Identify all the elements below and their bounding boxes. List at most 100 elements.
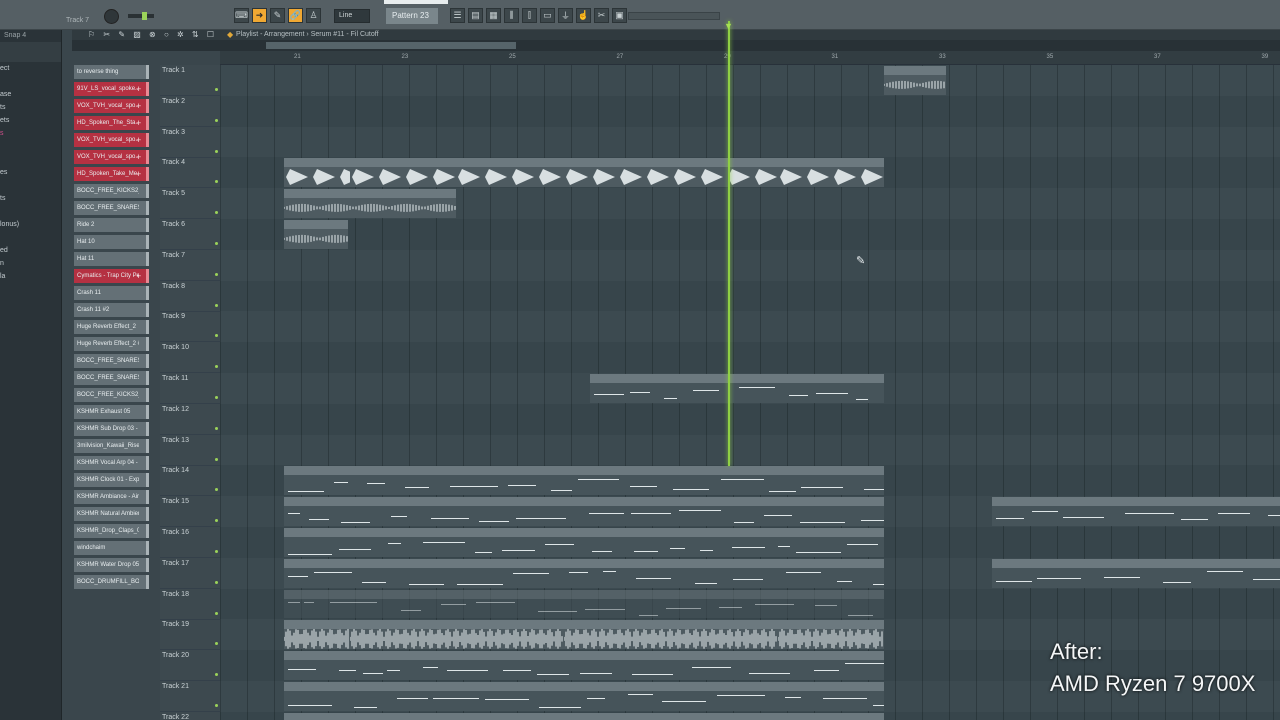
channel-button[interactable]: Hat 10 bbox=[74, 235, 149, 249]
browser-item[interactable]: n bbox=[0, 257, 61, 270]
channel-button[interactable]: KSHMR Water Drop 05 - [D] bbox=[74, 558, 149, 572]
channel-button[interactable]: KSHMR Clock 01 - Explora... bbox=[74, 473, 149, 487]
timeline-ruler[interactable]: 2123252729313335373941434547 bbox=[220, 51, 1280, 65]
audio-clip[interactable]: KSHMR_Drop_Claps_01 bbox=[350, 158, 456, 188]
browser-item[interactable] bbox=[0, 75, 61, 88]
channel-button[interactable]: BOCC_FREE_SNARES2_04 bbox=[74, 354, 149, 368]
browser-item[interactable]: ts bbox=[0, 101, 61, 114]
audio-clip[interactable]: KSHMR Wat...p 05 - [D] bbox=[884, 66, 946, 95]
track-header[interactable]: Track 22 bbox=[160, 712, 220, 720]
browser-item[interactable]: lonus) bbox=[0, 218, 61, 231]
arrow-icon[interactable]: ➜ bbox=[252, 8, 267, 23]
playhead[interactable] bbox=[728, 21, 730, 466]
browser-item[interactable]: s bbox=[0, 127, 61, 140]
track-header[interactable]: Track 3 bbox=[160, 127, 220, 158]
track-header[interactable]: Track 18 bbox=[160, 589, 220, 620]
track-header[interactable]: Track 8 bbox=[160, 281, 220, 312]
add-icon[interactable]: + bbox=[136, 150, 144, 164]
scroll-thumb[interactable] bbox=[266, 42, 516, 49]
channel-button[interactable]: 3milvision_Kawaii_Riser... bbox=[74, 439, 149, 453]
browser-item[interactable] bbox=[0, 153, 61, 166]
track-header[interactable]: Track 16 bbox=[160, 527, 220, 558]
channel-button[interactable]: VOX_TVH_vocal_spo... + bbox=[74, 150, 149, 164]
track-header[interactable]: Track 5 bbox=[160, 188, 220, 220]
pitch-slider[interactable] bbox=[128, 12, 154, 20]
audio-clip[interactable]: KSHMR Natural Ambience 02 - Jungle bbox=[284, 189, 456, 218]
channel-button[interactable]: Hat 11 bbox=[74, 252, 149, 266]
pattern-clip[interactable]: Pattern 9 bbox=[284, 558, 884, 588]
touch-icon[interactable]: ☝ bbox=[576, 8, 591, 23]
channel-button[interactable]: to reverse thing bbox=[74, 65, 149, 79]
track-lane[interactable] bbox=[220, 219, 1280, 250]
track-header[interactable]: Track 21 bbox=[160, 681, 220, 712]
channel-button[interactable]: BOCC_FREE_KICKS2_04 bbox=[74, 388, 149, 402]
mixer-faders-icon[interactable]: ⫿ bbox=[522, 8, 537, 23]
track-led-icon[interactable] bbox=[215, 303, 218, 307]
pattern-clip[interactable]: Pattern 17 bbox=[284, 712, 884, 720]
pattern-clip[interactable]: Pattern 20 bbox=[284, 589, 884, 619]
channel-button[interactable]: BOCC_FREE_SNARES2_03 bbox=[74, 201, 149, 215]
channel-button[interactable]: HD_Spoken_Take_Me... + bbox=[74, 167, 149, 181]
audio-clip[interactable]: KSHMR_Dr...Claps_01 bbox=[284, 158, 350, 188]
track-led-icon[interactable] bbox=[215, 611, 218, 615]
channel-button[interactable]: Huge Reverb Effect_2 bbox=[74, 320, 149, 334]
track-header[interactable]: Track 9 bbox=[160, 311, 220, 343]
channel-button[interactable]: Cymatics - Trap City Perc...+ bbox=[74, 269, 149, 283]
track-lane[interactable] bbox=[220, 95, 1280, 127]
track-header[interactable]: Track 17 bbox=[160, 558, 220, 589]
channel-button[interactable]: Crash 11 bbox=[74, 286, 149, 300]
channel-button[interactable]: KSHMR Sub Drop 03 - Lon... bbox=[74, 422, 149, 436]
add-icon[interactable]: + bbox=[136, 269, 144, 283]
browser-item[interactable] bbox=[0, 140, 61, 153]
channel-button[interactable]: BOCC_FREE_KICKS2_10 bbox=[74, 184, 149, 198]
playhead-marker-icon[interactable]: ▼ bbox=[724, 21, 733, 31]
track-led-icon[interactable] bbox=[215, 488, 218, 492]
track-lane[interactable] bbox=[220, 403, 1280, 435]
track-header[interactable]: Track 10 bbox=[160, 342, 220, 374]
track-led-icon[interactable] bbox=[215, 334, 218, 338]
mixer-icon[interactable]: ⫼ bbox=[504, 8, 519, 23]
pattern-clip[interactable]: Pattern 16 bbox=[992, 497, 1280, 526]
track-led-icon[interactable] bbox=[215, 396, 218, 399]
channel-button[interactable]: Huge Reverb Effect_2 #2 bbox=[74, 337, 149, 351]
pattern-clip[interactable]: Pattern 16 bbox=[284, 497, 884, 526]
track-lane[interactable] bbox=[220, 126, 1280, 158]
track-lane[interactable] bbox=[220, 65, 1280, 96]
audio-clip[interactable]: KSHMR_Drop_Claps_01 bbox=[564, 158, 672, 188]
pattern-clip[interactable]: Pattern 8 bbox=[284, 528, 884, 557]
view-icon[interactable]: ▣ bbox=[612, 8, 627, 23]
channel-button[interactable]: KSHMR Natural Ambience... bbox=[74, 507, 149, 521]
browser-item[interactable]: ed bbox=[0, 244, 61, 257]
channel-button[interactable]: KSHMR Exhaust 05 bbox=[74, 405, 149, 419]
add-icon[interactable]: + bbox=[136, 133, 144, 147]
browser-item[interactable]: ts bbox=[0, 192, 61, 205]
browser-item[interactable]: la bbox=[0, 270, 61, 283]
track-led-icon[interactable] bbox=[215, 704, 218, 707]
track-header[interactable]: Track 1 bbox=[160, 65, 220, 96]
horizontal-scrollbar[interactable] bbox=[72, 40, 1280, 51]
track-led-icon[interactable] bbox=[215, 457, 218, 461]
track-header[interactable]: Track 2 bbox=[160, 96, 220, 127]
track-led-icon[interactable] bbox=[215, 365, 218, 369]
channel-button[interactable]: VOX_TVH_vocal_spo... + bbox=[74, 133, 149, 147]
playlist-icon[interactable]: ☰ bbox=[450, 8, 465, 23]
keyboard-icon[interactable]: ⌨ bbox=[234, 8, 249, 23]
volume-knob[interactable] bbox=[104, 9, 119, 24]
audio-clip[interactable]: KSHMR_Drop_Claps_01 bbox=[456, 158, 564, 188]
pattern-clip[interactable]: Pattern 21 bbox=[590, 374, 884, 403]
track-led-icon[interactable] bbox=[215, 673, 218, 677]
browser-item[interactable]: ets bbox=[0, 114, 61, 127]
audio-clip[interactable]: KSHMR Vocal Arp 04 - [A] (128bpm) bbox=[564, 620, 778, 650]
channel-button[interactable]: 91V_LS_vocal_spoke... + bbox=[74, 82, 149, 96]
browser-icon[interactable]: ▭ bbox=[540, 8, 555, 23]
channel-button[interactable]: HD_Spoken_The_Sta... + bbox=[74, 116, 149, 130]
track-header[interactable]: Track 12 bbox=[160, 404, 220, 435]
audio-clip[interactable]: KSHMR_Drop_Claps_01 bbox=[672, 158, 778, 188]
track-led-icon[interactable] bbox=[215, 149, 218, 153]
browser-item[interactable]: es bbox=[0, 166, 61, 179]
add-icon[interactable]: + bbox=[136, 99, 144, 113]
pattern-clip[interactable]: Pattern 9 bbox=[992, 558, 1280, 588]
pattern-clip[interactable]: Pattern 11 bbox=[284, 466, 884, 496]
arrangement-grid[interactable]: KSHMR Wat...p 05 - [D] KSHMR_Dr...Claps_0… bbox=[220, 65, 1280, 720]
track-led-icon[interactable] bbox=[215, 88, 218, 91]
